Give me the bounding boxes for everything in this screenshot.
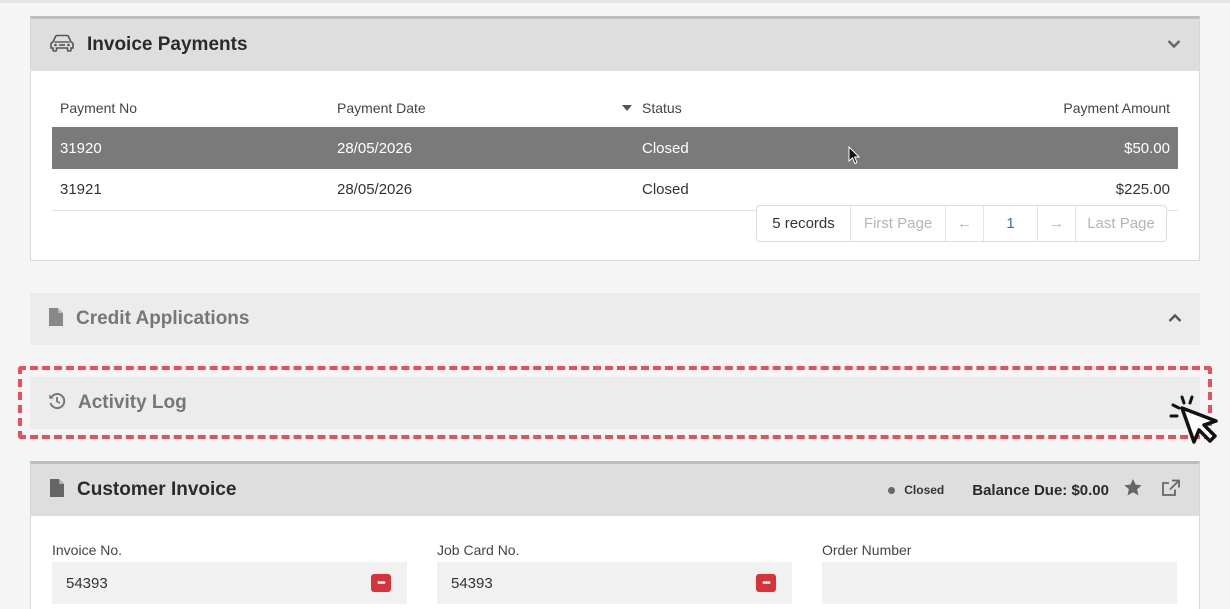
document-icon xyxy=(49,478,65,503)
click-cursor-icon xyxy=(1168,393,1224,454)
cell-payment-no: 31921 xyxy=(60,181,102,198)
customer-invoice-title: Customer Invoice xyxy=(77,479,237,500)
customer-invoice-panel: Customer Invoice Closed Balance Due: $0.… xyxy=(30,461,1200,609)
status-badge: Closed xyxy=(904,483,945,497)
mouse-cursor-icon xyxy=(848,145,861,170)
status-dot-icon xyxy=(888,486,896,494)
job-card-no-input[interactable]: 54393 ••• xyxy=(437,562,792,604)
invoice-no-input[interactable]: 54393 ••• xyxy=(52,562,407,604)
invoice-no-label: Invoice No. xyxy=(52,542,123,558)
column-header-payment-no[interactable]: Payment No xyxy=(52,100,335,116)
invoice-fields: Invoice No. 54393 ••• Job Card No. 54393… xyxy=(52,542,1207,604)
first-page-button[interactable]: First Page xyxy=(851,206,946,241)
cell-payment-amount: $50.00 xyxy=(1124,139,1170,157)
cell-payment-no: 31920 xyxy=(60,139,102,157)
column-header-status-label: Status xyxy=(642,100,682,116)
prev-page-button[interactable]: ← xyxy=(946,206,984,241)
credit-applications-title: Credit Applications xyxy=(76,308,250,329)
payments-table: Payment No Payment Date Status Payment A… xyxy=(52,89,1178,211)
chevron-up-icon[interactable] xyxy=(1168,310,1182,328)
customer-invoice-header: Customer Invoice Closed Balance Due: $0.… xyxy=(31,464,1199,516)
invoice-payments-title: Invoice Payments xyxy=(87,34,248,55)
column-header-payment-date[interactable]: Payment Date xyxy=(335,100,642,116)
dots-icon[interactable]: ••• xyxy=(756,574,776,592)
invoice-no-field: Invoice No. 54393 ••• xyxy=(52,542,407,604)
invoice-no-value: 54393 xyxy=(66,574,108,592)
order-number-field: Order Number xyxy=(822,542,1177,604)
star-icon[interactable] xyxy=(1123,478,1143,502)
invoice-payments-panel: Invoice Payments Payment No Payment Date… xyxy=(30,16,1200,261)
job-card-no-field: Job Card No. 54393 ••• xyxy=(437,542,792,604)
dots-icon[interactable]: ••• xyxy=(371,574,391,592)
next-page-button[interactable]: → xyxy=(1038,206,1076,241)
sort-desc-icon xyxy=(622,105,632,111)
credit-applications-panel[interactable]: Credit Applications xyxy=(30,293,1200,345)
cell-status: Closed xyxy=(642,139,689,157)
job-card-no-value: 54393 xyxy=(451,574,493,592)
order-number-label: Order Number xyxy=(822,542,912,558)
highlight-frame xyxy=(18,366,1212,439)
cell-payment-amount: $225.00 xyxy=(1115,181,1170,198)
balance-due: Balance Due: $0.00 xyxy=(972,481,1109,499)
records-count: 5 records xyxy=(757,206,851,241)
cell-payment-date: 28/05/2026 xyxy=(337,181,413,198)
cell-status: Closed xyxy=(642,181,689,198)
top-divider xyxy=(0,0,1230,3)
job-card-no-label: Job Card No. xyxy=(437,542,520,558)
external-link-icon[interactable] xyxy=(1161,479,1181,502)
chevron-down-icon[interactable] xyxy=(1167,36,1181,54)
invoice-payments-header[interactable]: Invoice Payments xyxy=(31,19,1199,71)
document-icon xyxy=(48,307,64,332)
car-icon xyxy=(49,33,75,58)
order-number-input[interactable] xyxy=(822,562,1177,604)
table-row[interactable]: 31920 28/05/2026 Closed $50.00 xyxy=(52,127,1178,169)
cell-payment-date: 28/05/2026 xyxy=(337,139,413,157)
table-header-row: Payment No Payment Date Status Payment A… xyxy=(52,89,1178,127)
column-header-payment-amount[interactable]: Payment Amount xyxy=(952,100,1178,116)
last-page-button[interactable]: Last Page xyxy=(1076,206,1166,241)
page-number-button[interactable]: 1 xyxy=(984,206,1038,241)
pagination: 5 records First Page ← 1 → Last Page xyxy=(756,205,1167,242)
column-header-status[interactable]: Status xyxy=(622,100,952,116)
